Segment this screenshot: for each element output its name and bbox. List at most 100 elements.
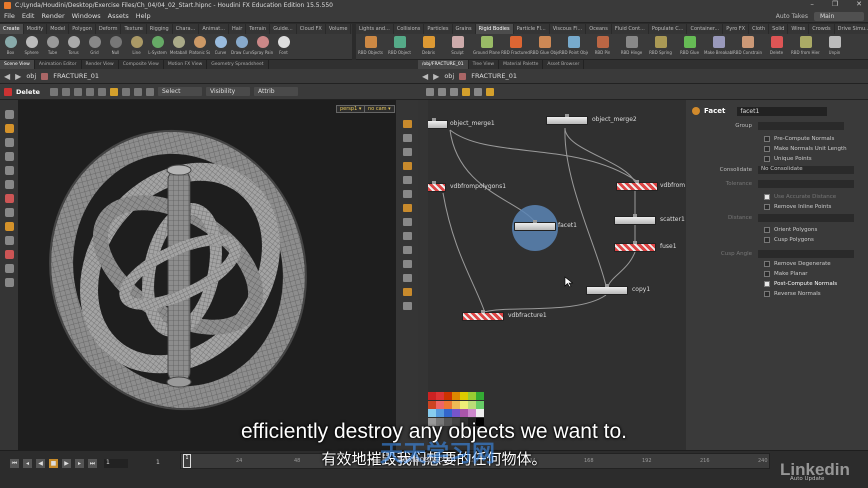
forward-arrow-icon[interactable]: ▶ [433, 72, 439, 81]
shaded-icon[interactable] [402, 148, 412, 156]
shelf-tab-animat[interactable]: Animat... [199, 24, 230, 34]
path-obj[interactable]: obj [444, 72, 454, 80]
close-button[interactable]: ✕ [856, 0, 862, 8]
select-all-icon[interactable] [145, 87, 154, 96]
bbox-icon[interactable] [402, 260, 412, 268]
remove-degenerate-checkbox[interactable] [764, 261, 770, 267]
shelf-tab-particle-fl[interactable]: Particle Fl... [514, 24, 550, 34]
visualize-icon[interactable] [402, 232, 412, 240]
color-swatch[interactable] [468, 409, 476, 417]
shelf-tab-cloth[interactable]: Cloth [749, 24, 770, 34]
color-swatch[interactable] [436, 392, 444, 400]
color-swatch[interactable] [436, 409, 444, 417]
add-icon[interactable] [426, 87, 434, 96]
tool-rbd-hinge[interactable]: RBD Hinge [617, 34, 646, 59]
tool-rbd-point-object[interactable]: RBD Point Object [559, 34, 588, 59]
pane-tab-tree-view[interactable]: Tree View [469, 60, 500, 69]
pane-tab-obj-fracture-01[interactable]: /obj/FRACTURE_01 [418, 60, 469, 69]
tool-unpin[interactable]: Unpin [820, 34, 849, 59]
remove-inline-points-checkbox[interactable] [764, 204, 770, 210]
shelf-tab-viscous-fl[interactable]: Viscous Fl... [550, 24, 587, 34]
tool-platonic-sol[interactable]: Platonic Sol. [189, 34, 210, 59]
shelf-tab-pyro-fx[interactable]: Pyro FX [723, 24, 750, 34]
tool-sphere[interactable]: Sphere [21, 34, 42, 59]
pose-tool-icon[interactable] [4, 194, 14, 203]
menu-render[interactable]: Render [41, 12, 64, 20]
node-facet1[interactable] [514, 220, 556, 231]
shelf-tab-deform[interactable]: Deform [96, 24, 122, 34]
tool-make-breakable[interactable]: Make Breakable [704, 34, 733, 59]
grid-view-icon[interactable] [450, 87, 458, 96]
node-fuse1[interactable] [614, 241, 656, 252]
tool-line[interactable]: Line [126, 34, 147, 59]
tool-rbd-constraints[interactable]: RBD Constraints [733, 34, 762, 59]
pane-tab-scene-view[interactable]: Scene View [0, 60, 35, 69]
node-name-field[interactable]: facet1 [737, 106, 828, 116]
orient-polygons-checkbox[interactable] [764, 227, 770, 233]
node-vdbfrompolygons1[interactable] [428, 181, 446, 192]
shelf-tab-model[interactable]: Model [47, 24, 70, 34]
pane-tab-geometry-spreadsheet[interactable]: Geometry Spreadsheet [207, 60, 269, 69]
back-arrow-icon[interactable]: ◀ [4, 72, 10, 81]
shelf-tab-container[interactable]: Container... [687, 24, 724, 34]
menu-help[interactable]: Help [136, 12, 151, 20]
color-swatch[interactable] [468, 400, 476, 409]
select-mode-dropdown[interactable]: Select [157, 87, 202, 96]
shelf-tab-collisions[interactable]: Collisions [394, 24, 425, 34]
network-view-icon[interactable] [462, 87, 470, 96]
tool-tube[interactable]: Tube [42, 34, 63, 59]
path-fracture[interactable]: FRACTURE_01 [471, 72, 517, 80]
handle-tool-icon[interactable] [4, 180, 14, 189]
list-view-icon[interactable] [438, 87, 446, 96]
node-object-merge1[interactable] [428, 118, 448, 129]
color-swatch[interactable] [428, 392, 436, 400]
reverse-normals-checkbox[interactable] [764, 291, 770, 297]
menu-file[interactable]: File [4, 12, 15, 20]
color-swatch[interactable] [452, 392, 460, 400]
shelf-tab-hair[interactable]: Hair [229, 24, 247, 34]
tool-rbd-fractured[interactable]: RBD Fractured [501, 34, 530, 59]
pane-tab-material-palette[interactable]: Material Palette [499, 60, 544, 69]
tool-rbd-from-hierarchy[interactable]: RBD from Hierarchy [791, 34, 820, 59]
menu-assets[interactable]: Assets [108, 12, 129, 20]
measure-tool-icon[interactable] [4, 236, 14, 245]
shelf-tab-terrain[interactable]: Terrain [246, 24, 271, 34]
shelf-tab-chara[interactable]: Chara... [173, 24, 200, 34]
pane-tab-animation-editor[interactable]: Animation Editor [35, 60, 82, 69]
color-swatch[interactable] [476, 400, 484, 409]
network-editor[interactable]: object_merge1 object_merge2 vdbfrompolyg… [428, 100, 686, 450]
shelf-tab-fluid-cont[interactable]: Fluid Cont... [612, 24, 649, 34]
tool-null[interactable]: Null [105, 34, 126, 59]
color-swatch[interactable] [468, 392, 476, 400]
color-swatch[interactable] [460, 392, 468, 400]
shelf-tab-solid[interactable]: Solid [769, 24, 789, 34]
cusp-polygons-checkbox[interactable] [764, 237, 770, 243]
color-swatch[interactable] [436, 400, 444, 409]
tool-rbd-pin[interactable]: RBD Pin [588, 34, 617, 59]
shelf-tab-modify[interactable]: Modify [24, 24, 48, 34]
color-swatch[interactable] [476, 409, 484, 417]
tool-curve[interactable]: Curve [210, 34, 231, 59]
color-swatch[interactable] [460, 409, 468, 417]
color-swatch[interactable] [428, 400, 436, 409]
scale-tool-icon[interactable] [4, 152, 14, 161]
box-select-icon[interactable] [109, 87, 118, 96]
desktop-select[interactable]: Main [814, 12, 864, 21]
render-icon[interactable] [402, 288, 412, 296]
maximize-button[interactable]: ❐ [832, 0, 838, 8]
shelf-tab-volume[interactable]: Volume [326, 24, 352, 34]
tool-rbd-object[interactable]: RBD Object [385, 34, 414, 59]
path-obj[interactable]: obj [26, 72, 36, 80]
select-tool-icon[interactable] [4, 110, 14, 119]
display-options-icon[interactable] [4, 278, 14, 287]
tool-font[interactable]: Font [273, 34, 294, 59]
tool-metaball[interactable]: Metaball [168, 34, 189, 59]
view-tool-icon[interactable] [4, 166, 14, 175]
node-vdbfrom[interactable] [616, 180, 658, 191]
snapshot-icon[interactable] [402, 274, 412, 282]
path-fracture[interactable]: FRACTURE_01 [53, 72, 99, 80]
back-arrow-icon[interactable]: ◀ [422, 72, 428, 81]
node-vdbfracture1[interactable] [462, 310, 504, 321]
wireframe-icon[interactable] [402, 134, 412, 142]
select-objects-icon[interactable] [97, 87, 106, 96]
